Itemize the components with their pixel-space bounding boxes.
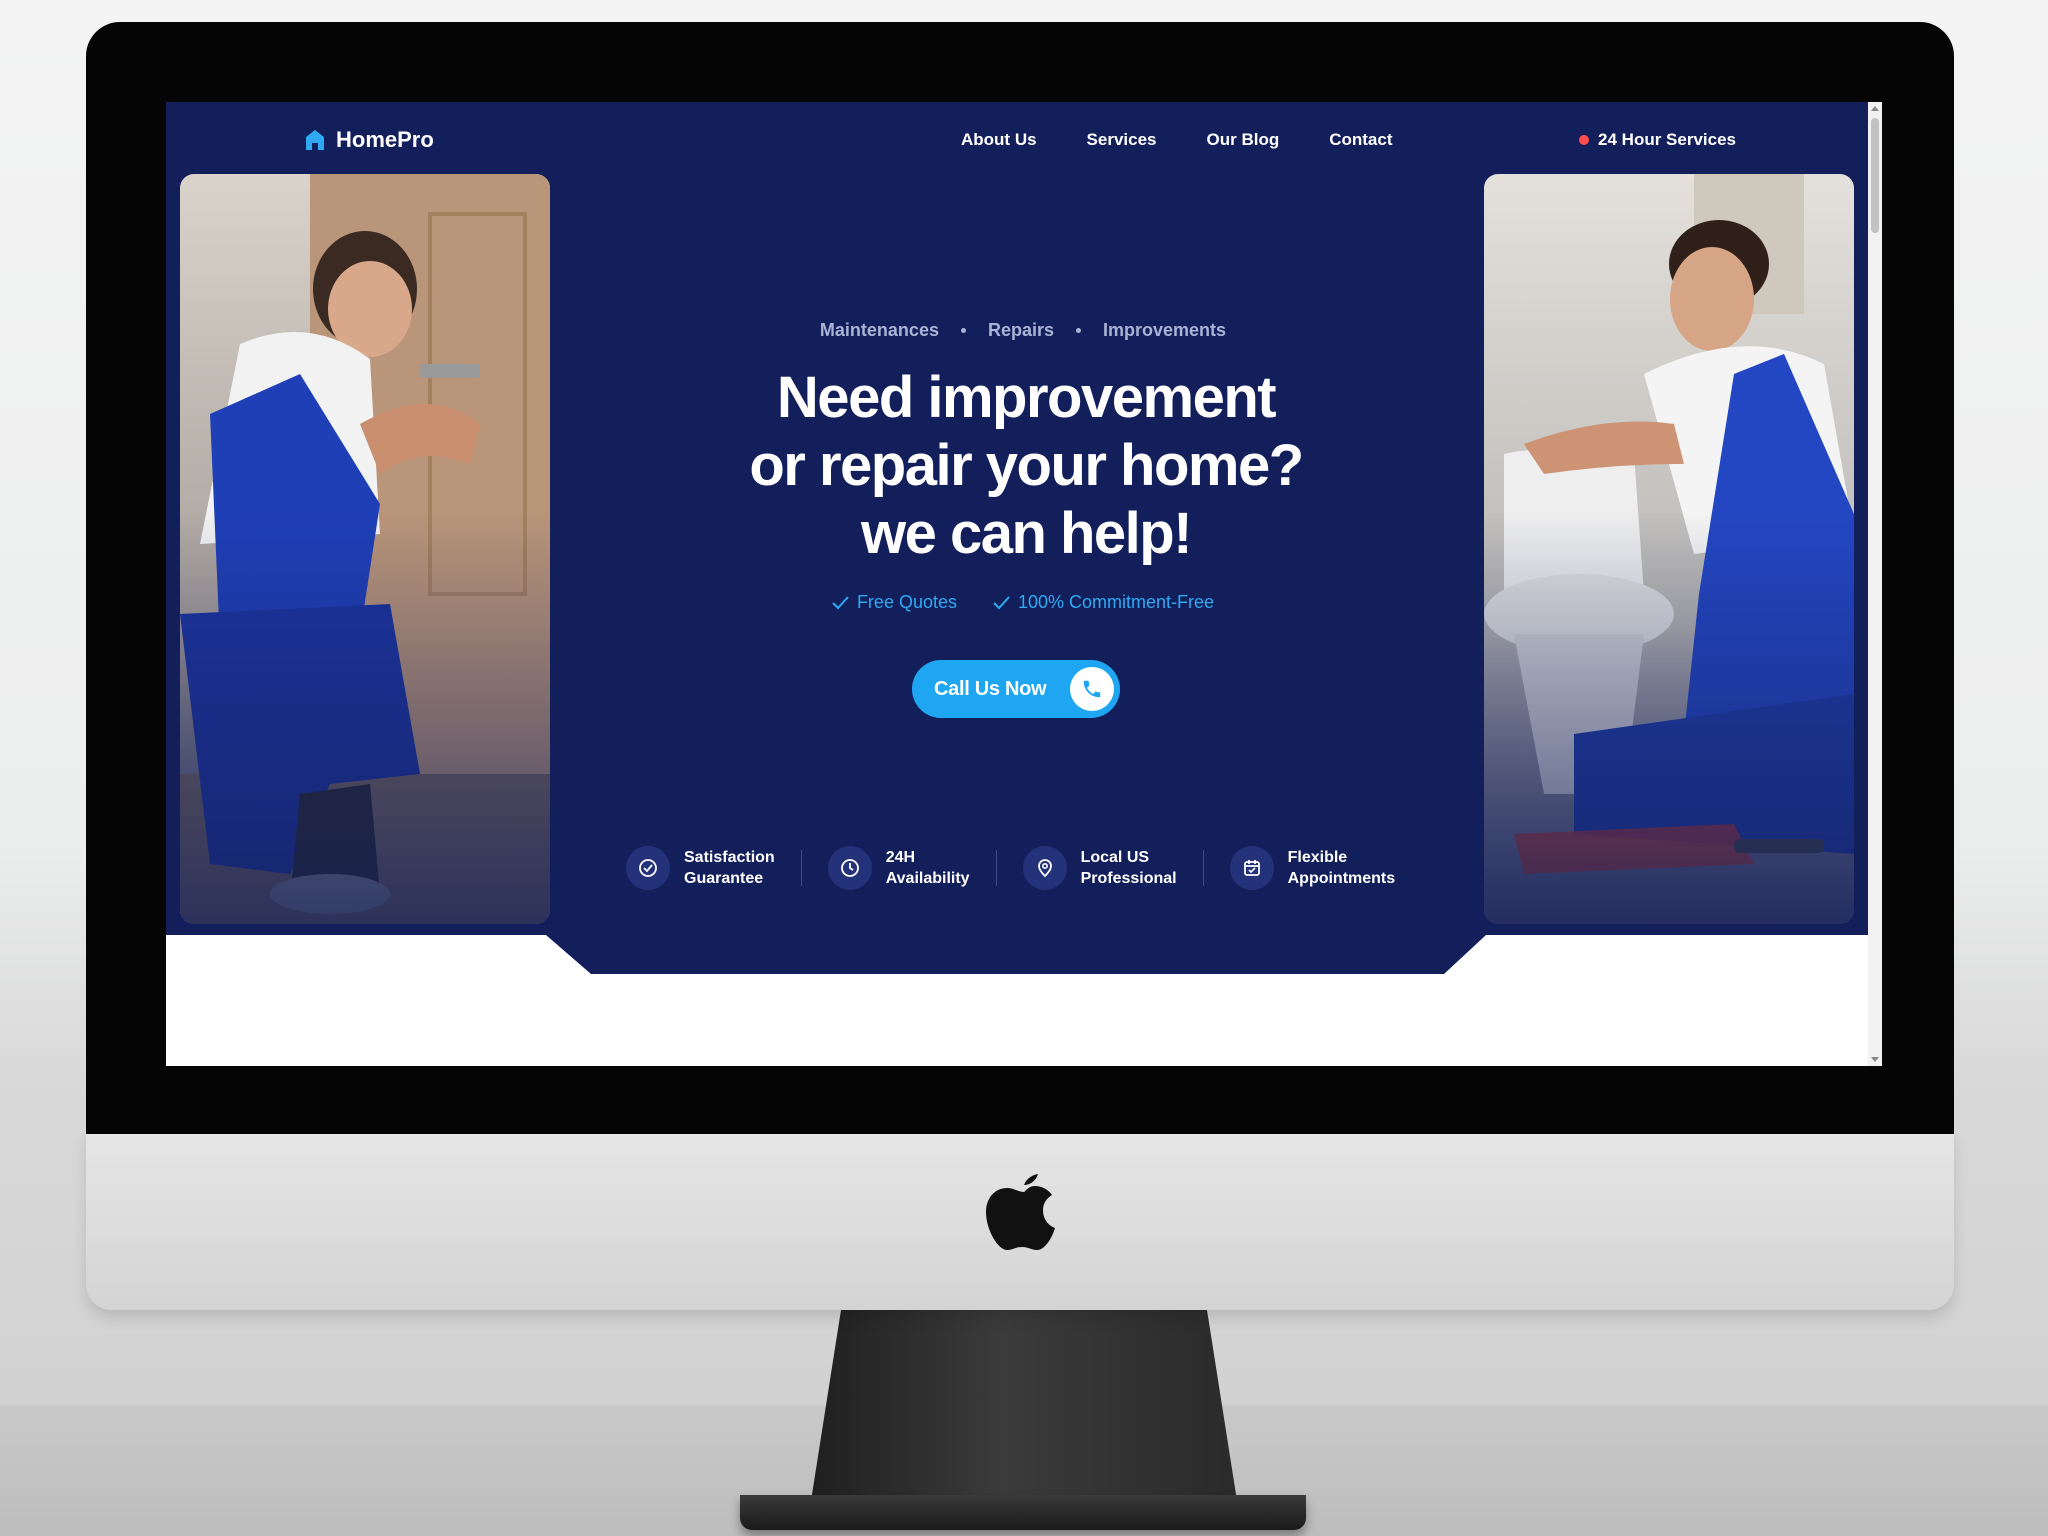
nav-our-blog[interactable]: Our Blog: [1207, 124, 1280, 156]
nav-services[interactable]: Services: [1087, 124, 1157, 156]
feature-satisfaction-line2: Guarantee: [684, 870, 764, 887]
feature-satisfaction: Satisfaction Guarantee: [626, 846, 801, 890]
apple-logo-icon: [986, 1174, 1055, 1250]
separator-dot-icon: [1076, 328, 1082, 333]
nav-about-us[interactable]: About Us: [961, 124, 1037, 156]
headline-line-2: or repair your home?: [749, 433, 1304, 498]
main-nav: About Us Services Our Blog Contact: [786, 124, 1393, 156]
hero-section: HomePro About Us Services Our Blog Conta…: [166, 102, 1868, 974]
checkmark-icon: [832, 595, 849, 609]
check-free-quotes-label: Free Quotes: [856, 592, 957, 612]
vertical-scrollbar[interactable]: [1868, 102, 1882, 1066]
feature-availability-line2: Availability: [885, 870, 970, 887]
check-circle-icon: [626, 846, 670, 890]
feature-satisfaction-line1: Satisfaction: [684, 849, 775, 866]
feature-flexible-line1: Flexible: [1287, 849, 1348, 866]
monitor-screen: HomePro About Us Services Our Blog Conta…: [166, 102, 1882, 1066]
feature-local: Local US Professional: [997, 846, 1203, 890]
monitor-stand: [808, 1300, 1240, 1520]
status-dot-icon: [1579, 135, 1590, 145]
feature-local-line2: Professional: [1080, 870, 1177, 887]
calendar-icon: [1229, 846, 1274, 890]
call-us-now-button[interactable]: Call Us Now: [912, 660, 1120, 718]
service-tags: Maintenances Repairs Improvements: [166, 320, 1868, 341]
features-row: Satisfaction Guarantee 24H Availability: [626, 846, 1421, 890]
nav-contact[interactable]: Contact: [1329, 124, 1392, 156]
separator-dot-icon: [960, 328, 966, 333]
scroll-thumb[interactable]: [1871, 118, 1879, 233]
house-icon: [306, 130, 324, 150]
tag-maintenances: Maintenances: [819, 320, 939, 340]
call-us-now-label: Call Us Now: [934, 677, 1047, 700]
tag-improvements: Improvements: [1103, 320, 1227, 340]
phone-icon: [1070, 667, 1114, 711]
service-badge-label: 24 Hour Services: [1598, 130, 1736, 149]
location-pin-icon: [1022, 846, 1067, 890]
feature-flexible-line2: Appointments: [1287, 870, 1396, 887]
brand-name: HomePro: [336, 127, 434, 152]
clock-icon: [827, 846, 872, 890]
headline-line-1: Need improvement: [776, 365, 1277, 430]
feature-local-line1: Local US: [1080, 849, 1150, 866]
hero-headline: Need improvement or repair your home? we…: [166, 364, 1868, 568]
feature-flexible: Flexible Appointments: [1204, 846, 1422, 890]
check-commitment-free-label: 100% Commitment-Free: [1017, 592, 1215, 612]
headline-line-3: we can help!: [860, 501, 1193, 566]
service-badge[interactable]: 24 Hour Services: [1579, 124, 1736, 156]
scroll-up-icon[interactable]: [1871, 106, 1879, 111]
check-commitment-free: 100% Commitment-Free: [993, 592, 1214, 613]
feature-availability: 24H Availability: [802, 846, 996, 890]
feature-availability-line1: 24H: [885, 849, 916, 866]
monitor-stand-base: [740, 1495, 1306, 1530]
scroll-down-icon[interactable]: [1871, 1057, 1879, 1062]
hero-checks: Free Quotes 100% Commitment-Free: [166, 592, 1868, 613]
tag-repairs: Repairs: [987, 320, 1055, 340]
brand-logo[interactable]: HomePro: [304, 122, 434, 158]
checkmark-icon: [993, 595, 1010, 609]
check-free-quotes: Free Quotes: [832, 592, 957, 613]
